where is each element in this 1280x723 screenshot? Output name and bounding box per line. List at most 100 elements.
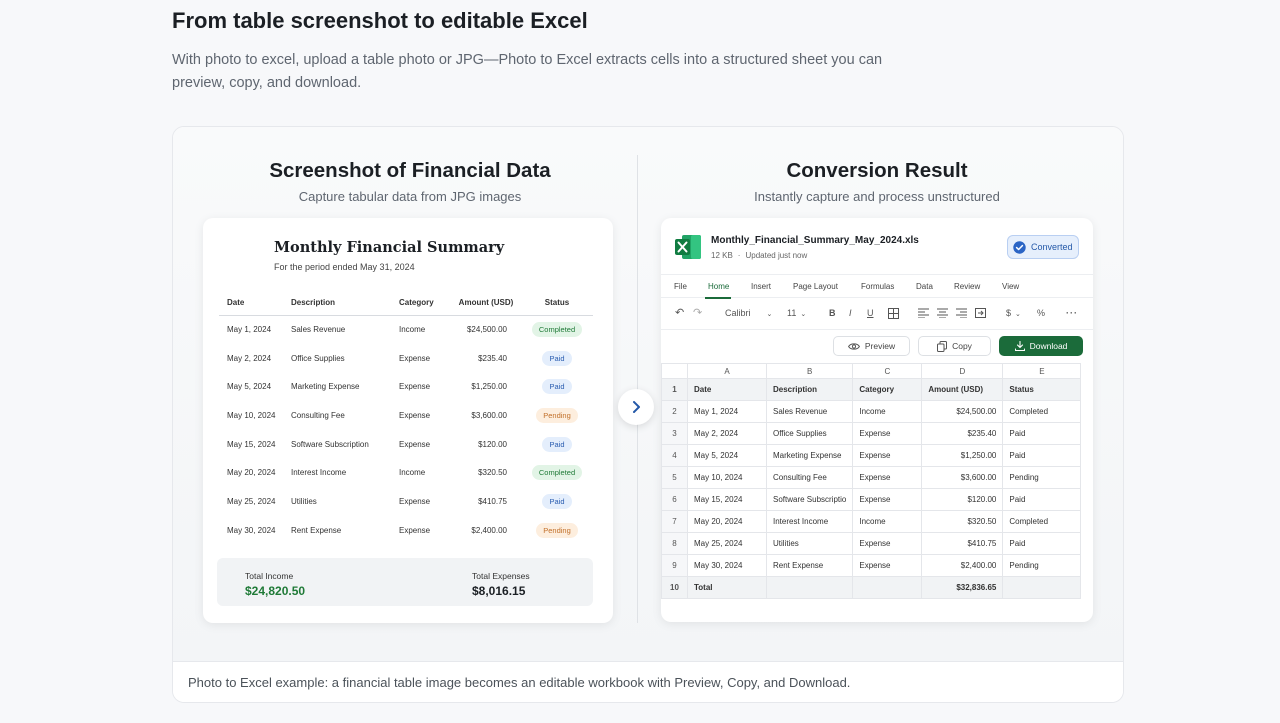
undo-icon[interactable]: ↶ (675, 306, 684, 319)
sheet-cell[interactable]: Status (1002, 378, 1082, 401)
copy-button[interactable]: Copy (918, 336, 991, 356)
sheet-row: 4 May 5, 2024 Marketing Expense Expense … (661, 444, 1082, 467)
sheet-cell[interactable]: Date (687, 378, 767, 401)
sheet-cell[interactable]: May 5, 2024 (687, 444, 767, 467)
sheet-cell[interactable]: Paid (1002, 444, 1082, 467)
row-number[interactable]: 6 (661, 488, 688, 511)
sheet-cell[interactable]: Total (687, 576, 767, 599)
sheet-cell[interactable]: $410.75 (921, 532, 1004, 555)
row-number[interactable]: 5 (661, 466, 688, 489)
sheet-cell[interactable]: Amount (USD) (921, 378, 1004, 401)
comparison-stage: Screenshot of Financial Data Capture tab… (173, 127, 1123, 661)
sheet-cell[interactable]: Pending (1002, 466, 1082, 489)
column-letter[interactable]: C (852, 363, 923, 379)
align-left-icon[interactable] (918, 308, 929, 320)
currency-format-button[interactable]: $ ⌄ (1006, 308, 1021, 318)
row-number[interactable]: 10 (661, 576, 688, 599)
redo-icon[interactable]: ↷ (693, 306, 702, 319)
sheet-cell[interactable]: Description (765, 378, 854, 401)
sheet-cell[interactable]: Expense (852, 554, 923, 577)
next-arrow-button[interactable] (618, 389, 654, 425)
borders-icon[interactable] (888, 308, 899, 321)
sheet-cell[interactable]: $235.40 (921, 422, 1004, 445)
cell-category: Income (399, 468, 426, 478)
sheet-cell[interactable]: Completed (1002, 510, 1082, 533)
sheet-cell[interactable]: Completed (1002, 400, 1082, 423)
more-options-icon[interactable]: ··· (1066, 308, 1078, 318)
sheet-cell[interactable]: $320.50 (921, 510, 1004, 533)
sheet-cell[interactable]: Expense (852, 466, 923, 489)
sheet-cell[interactable]: Office Supplies (765, 422, 854, 445)
column-letter[interactable]: A (687, 363, 767, 379)
sheet-cell[interactable]: Software Subscriptio (765, 488, 854, 511)
sheet-cell[interactable]: Income (852, 510, 923, 533)
download-icon (1014, 341, 1025, 351)
sheet-cell[interactable]: May 15, 2024 (687, 488, 767, 511)
sheet-cell[interactable]: May 30, 2024 (687, 554, 767, 577)
row-number[interactable]: 1 (661, 378, 688, 401)
sheet-cell[interactable]: Expense (852, 532, 923, 555)
sheet-cell[interactable]: May 2, 2024 (687, 422, 767, 445)
row-number[interactable]: 2 (661, 400, 688, 423)
sheet-cell[interactable]: $32,836.65 (921, 576, 1004, 599)
sheet-cell[interactable]: Expense (852, 444, 923, 467)
sheet-cell[interactable] (852, 576, 923, 599)
sheet-cell[interactable]: Paid (1002, 488, 1082, 511)
menu-page-layout[interactable]: Page Layout (793, 282, 838, 291)
sheet-cell[interactable]: Category (852, 378, 923, 401)
menu-formulas[interactable]: Formulas (861, 282, 894, 291)
sheet-cell[interactable]: $24,500.00 (921, 400, 1004, 423)
sheet-cell[interactable]: May 10, 2024 (687, 466, 767, 489)
sheet-cell[interactable]: May 25, 2024 (687, 532, 767, 555)
sheet-cell[interactable]: Marketing Expense (765, 444, 854, 467)
bold-button[interactable]: B (829, 308, 836, 318)
sheet-cell[interactable]: $120.00 (921, 488, 1004, 511)
column-letter[interactable]: D (921, 363, 1004, 379)
percent-format-button[interactable]: % (1037, 308, 1045, 318)
column-letter[interactable]: E (1002, 363, 1082, 379)
cell-description: Utilities (291, 496, 317, 506)
sheet-cell[interactable] (1002, 576, 1082, 599)
sheet-cell[interactable]: $1,250.00 (921, 444, 1004, 467)
merge-cells-icon[interactable] (975, 308, 986, 320)
menu-data[interactable]: Data (916, 282, 933, 291)
align-center-icon[interactable] (937, 308, 948, 320)
sheet-cell[interactable]: Rent Expense (765, 554, 854, 577)
column-letter[interactable]: B (765, 363, 854, 379)
row-number[interactable]: 9 (661, 554, 688, 577)
menu-review[interactable]: Review (954, 282, 980, 291)
font-size-select[interactable]: 11 ⌄ (787, 308, 806, 318)
sheet-cell[interactable]: Paid (1002, 422, 1082, 445)
sheet-cell[interactable]: Paid (1002, 532, 1082, 555)
row-number[interactable]: 8 (661, 532, 688, 555)
sheet-cell[interactable]: Interest Income (765, 510, 854, 533)
sheet-cell[interactable]: Consulting Fee (765, 466, 854, 489)
sheet-cell[interactable]: $3,600.00 (921, 466, 1004, 489)
sheet-cell[interactable]: $2,400.00 (921, 554, 1004, 577)
menu-home[interactable]: Home (708, 282, 729, 291)
sheet-cell[interactable]: Utilities (765, 532, 854, 555)
row-number[interactable]: 7 (661, 510, 688, 533)
underline-button[interactable]: U (867, 308, 874, 318)
left-panel-title: Screenshot of Financial Data (269, 159, 551, 182)
preview-button[interactable]: Preview (833, 336, 910, 356)
menu-view[interactable]: View (1002, 282, 1019, 291)
download-button[interactable]: Download (999, 336, 1083, 356)
menu-insert[interactable]: Insert (751, 282, 771, 291)
sheet-cell[interactable]: Expense (852, 488, 923, 511)
sheet-cell[interactable]: May 1, 2024 (687, 400, 767, 423)
corner-cell (661, 363, 688, 379)
sheet-cell[interactable]: May 20, 2024 (687, 510, 767, 533)
italic-button[interactable]: I (849, 308, 852, 318)
menu-file[interactable]: File (674, 282, 687, 291)
align-right-icon[interactable] (956, 308, 967, 320)
sheet-cell[interactable]: Sales Revenue (765, 400, 854, 423)
sheet-cell[interactable]: Income (852, 400, 923, 423)
row-number[interactable]: 3 (661, 422, 688, 445)
sheet-cell[interactable]: Expense (852, 422, 923, 445)
row-number[interactable]: 4 (661, 444, 688, 467)
font-select[interactable]: Calibri ⌄ (725, 308, 772, 318)
cell-description: Sales Revenue (291, 325, 346, 335)
sheet-cell[interactable] (765, 576, 854, 599)
sheet-cell[interactable]: Pending (1002, 554, 1082, 577)
